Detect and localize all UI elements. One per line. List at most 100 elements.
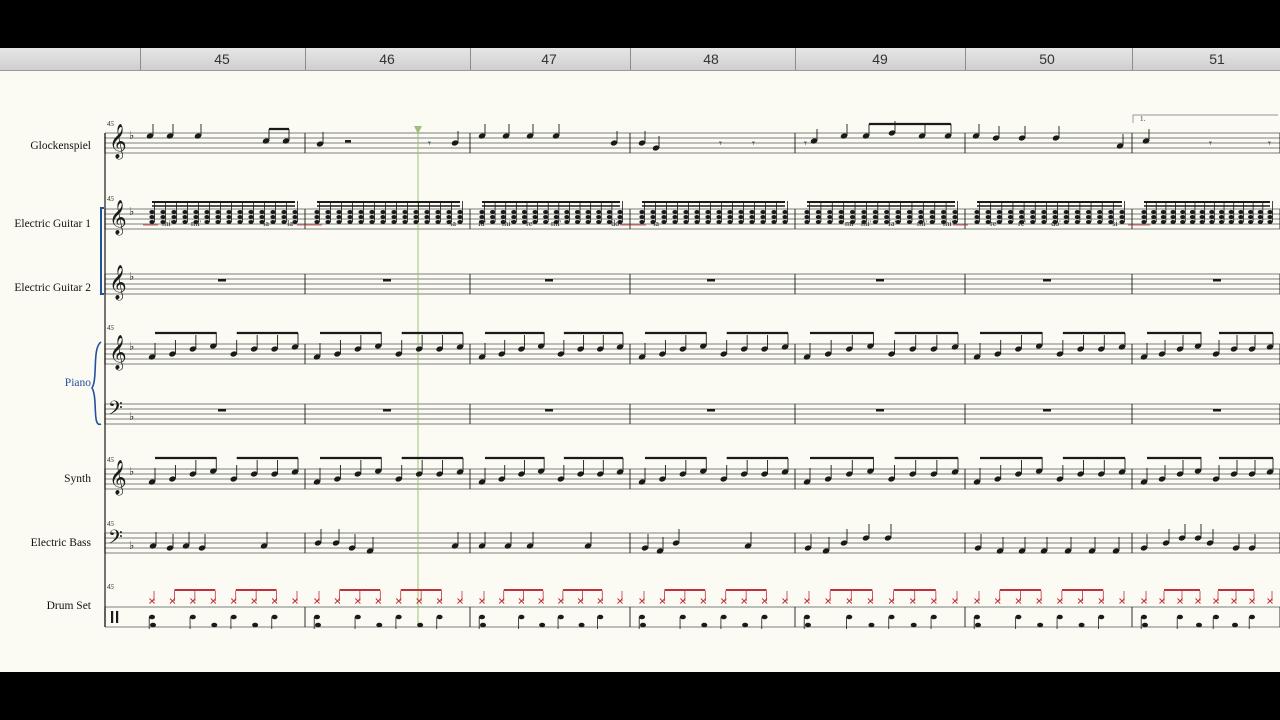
bass-note [1064, 537, 1072, 554]
guitar-chord-notehead [314, 215, 320, 219]
guitar-chord-notehead [716, 220, 722, 224]
guitar-chord-notehead [1074, 220, 1080, 224]
guitar-chord-notehead [1248, 210, 1254, 214]
snare-note [436, 614, 443, 620]
guitar-chord-notehead [738, 210, 744, 214]
whole-rest [707, 409, 715, 412]
guitar-chord-notehead [1189, 210, 1196, 214]
snare-note [720, 614, 727, 620]
lyric-syllable: la [287, 219, 293, 228]
guitar-chord-notehead [1097, 215, 1103, 219]
guitar-chord-notehead [650, 210, 656, 214]
snare-note [354, 614, 361, 620]
guitar-chord-notehead [760, 210, 766, 214]
guitar-chord-notehead [606, 210, 612, 214]
synth-note [1266, 458, 1274, 475]
guitar-chord-notehead [661, 210, 667, 214]
guitar-chord-notehead [424, 215, 430, 219]
guitar-chord-notehead [248, 220, 254, 224]
glockenspiel-note [552, 124, 560, 139]
synth-note [291, 458, 299, 475]
guitar-chord-notehead [694, 210, 700, 214]
guitar-chord-notehead [1218, 210, 1225, 214]
guitar-chord-notehead [1108, 210, 1114, 214]
snare-note [1098, 614, 1105, 620]
whole-rest [876, 279, 884, 282]
measure-number: 45 [107, 456, 114, 464]
piano-rh-note [699, 332, 707, 349]
lyric-syllable: mi' [502, 219, 512, 228]
guitar-chord-notehead [543, 215, 549, 219]
guitar-chord-notehead [1199, 220, 1205, 224]
kick-note [910, 622, 917, 628]
synth-note [951, 458, 959, 475]
bass-clef-icon: 𝄢 [108, 527, 123, 553]
guitar-chord-notehead [171, 215, 177, 219]
guitar-chord-notehead [1041, 220, 1047, 224]
guitar-chord-notehead [804, 220, 810, 224]
score-canvas[interactable]: 𝄞 ♭𝄞 ♭𝄞 ♭𝄞 ♭𝄢 ♭𝄞 ♭𝄢 ♭𝄾 𝄾 𝄾 𝄾 𝄾 𝄾 [0, 48, 1280, 672]
guitar-chord-notehead [292, 210, 298, 214]
bass-note [656, 537, 664, 554]
lyric-syllable: mi' [861, 219, 871, 228]
bass-note [149, 532, 157, 549]
guitar-chord-notehead [226, 220, 232, 224]
kick-note [417, 622, 424, 628]
guitar-chord-notehead [906, 220, 913, 224]
score-viewport[interactable]: 45 46 47 48 49 50 51 Glockenspiel Electric Gui… [0, 48, 1280, 672]
guitar-chord-notehead [1238, 220, 1244, 224]
kick-note [975, 622, 981, 628]
guitar-chord-notehead [347, 215, 353, 219]
snare-note [930, 614, 937, 620]
guitar-chord-notehead [413, 215, 419, 219]
guitar-chord-notehead [1160, 215, 1166, 219]
guitar-chord-notehead [1170, 215, 1176, 219]
kick-note [1196, 622, 1202, 628]
piano-rh-note [537, 332, 545, 349]
glockenspiel-note [146, 124, 154, 139]
guitar-chord-notehead [182, 210, 188, 214]
guitar-chord-notehead [596, 210, 602, 214]
guitar-chord-notehead [446, 210, 452, 214]
guitar-chord-notehead [237, 210, 243, 214]
eighth-rest-icon: 𝄾 [1268, 137, 1271, 150]
bass-note [526, 532, 534, 549]
guitar-chord-notehead [895, 215, 901, 219]
guitar-chord-notehead [815, 210, 821, 214]
guitar-chord-notehead [358, 215, 364, 219]
kick-note [805, 622, 811, 628]
snare-note [314, 614, 320, 620]
lyric-syllable: re' [990, 219, 998, 228]
guitar-chord-notehead [281, 210, 287, 214]
guitar-chord-notehead [1119, 220, 1125, 224]
snare-note [761, 614, 768, 620]
snare-note [149, 614, 155, 620]
guitar-chord-notehead [1063, 210, 1069, 214]
snare-note [639, 614, 645, 620]
measure-number: 45 [107, 195, 114, 203]
guitar-chord-notehead [1248, 215, 1254, 219]
piano-rh-note [616, 333, 624, 350]
piano-rh-note [1035, 332, 1043, 349]
bass-clef-icon: 𝄢 [108, 398, 123, 424]
lyric-syllable: mi' [943, 219, 953, 228]
guitar-chord-notehead [838, 210, 844, 214]
guitar-chord-notehead [564, 220, 570, 224]
guitar-chord-notehead [369, 220, 375, 224]
guitar-chord-notehead [1085, 210, 1092, 214]
staff-guitar2: 𝄞 ♭ [104, 265, 1280, 301]
guitar-chord-notehead [149, 215, 155, 219]
guitar-chord-notehead [1218, 220, 1225, 224]
percussion-clef-icon [111, 611, 114, 623]
kick-note [211, 622, 218, 628]
guitar-chord-notehead [716, 215, 722, 219]
guitar-chord-notehead [827, 220, 833, 224]
guitar-chord-notehead [804, 210, 810, 214]
guitar-chord-notehead [270, 215, 276, 219]
guitar-chord-notehead [490, 210, 496, 214]
snare-note [557, 614, 564, 620]
eighth-rest-icon: 𝄾 [719, 137, 722, 150]
glockenspiel-note [918, 124, 926, 139]
kick-note [480, 622, 486, 628]
guitar-chord-notehead [1180, 220, 1186, 224]
